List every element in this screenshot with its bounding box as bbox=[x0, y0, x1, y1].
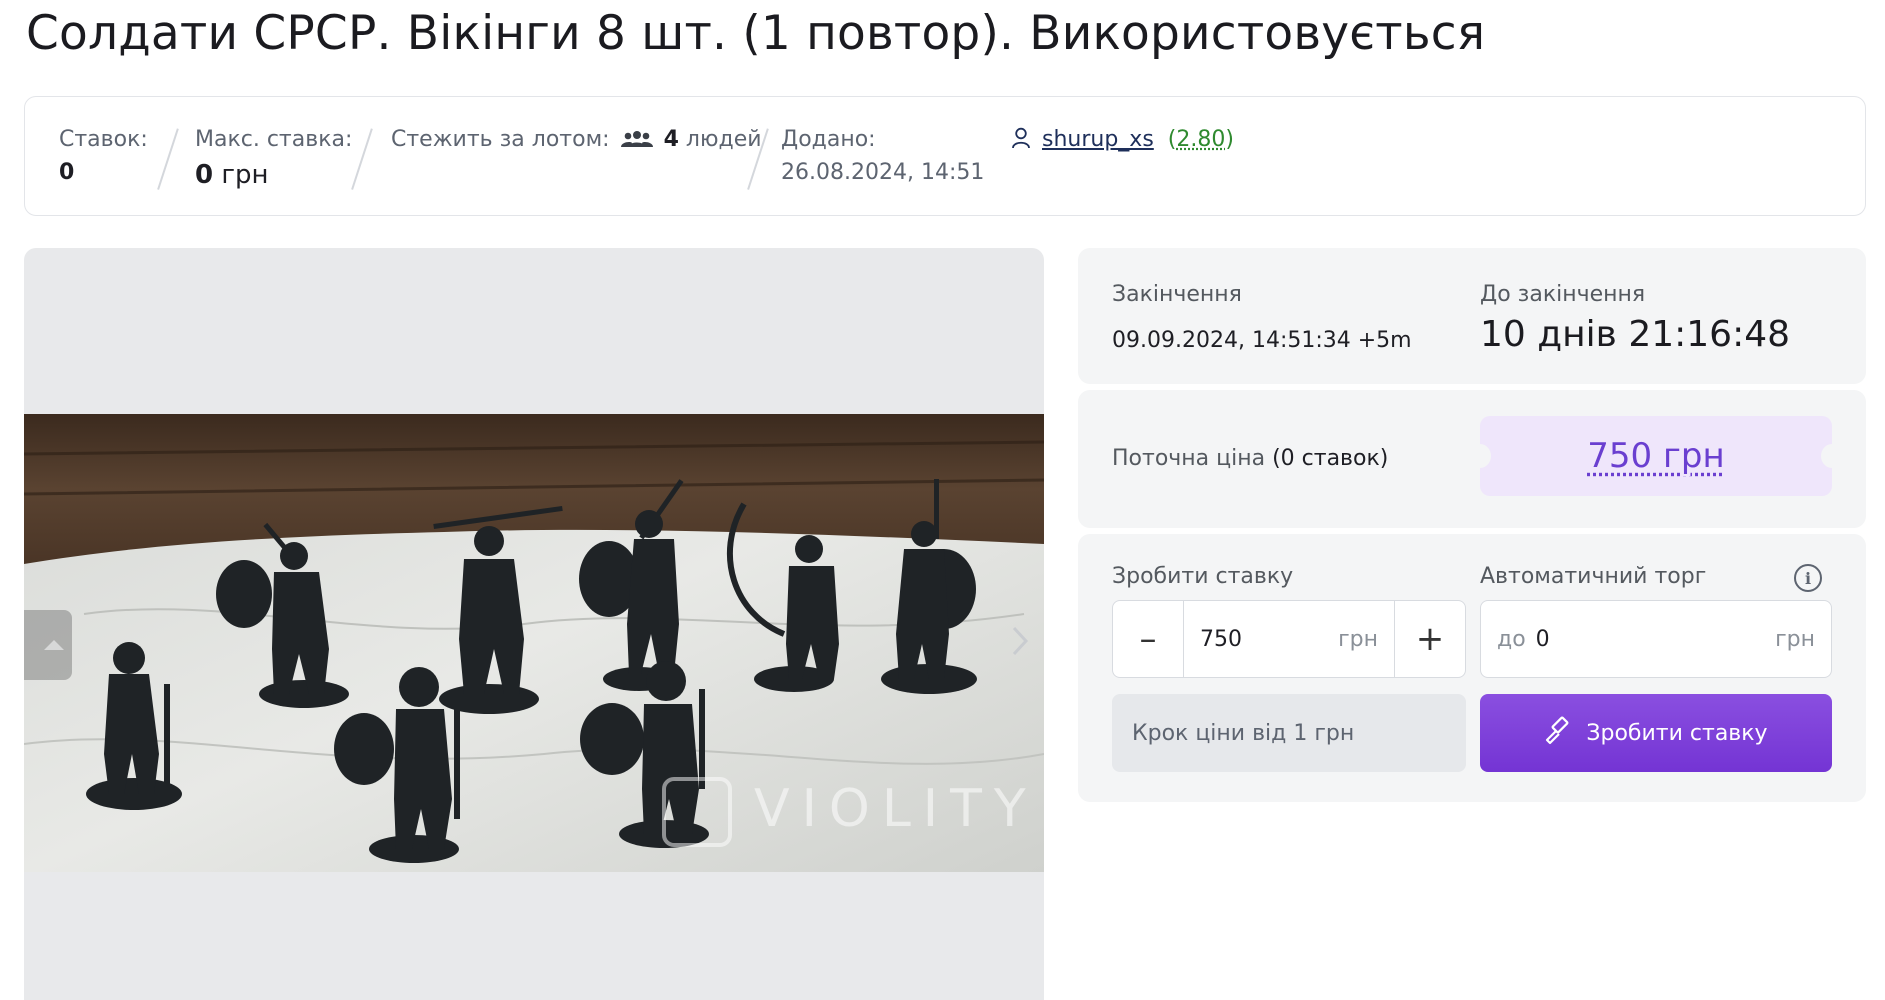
bids-label: Ставок: bbox=[59, 127, 148, 152]
user-icon bbox=[1011, 127, 1031, 155]
make-bid-label: Зробити ставку bbox=[1112, 564, 1293, 589]
added-date: Додано: 26.08.2024, 14:51 bbox=[781, 127, 984, 185]
bids-value: 0 bbox=[59, 160, 148, 185]
max-bid-label: Макс. ставка: bbox=[195, 127, 352, 152]
people-icon bbox=[621, 129, 653, 154]
current-price-value[interactable]: 750 грн bbox=[1587, 436, 1724, 476]
page-title: Солдати СРСР. Вікінги 8 шт. (1 повтор). … bbox=[26, 6, 1485, 61]
photo-gallery[interactable]: VIOLITY bbox=[24, 248, 1044, 1000]
watchers: Стежить за лотом: 4 людей bbox=[391, 127, 762, 154]
prev-photo-button[interactable] bbox=[24, 610, 72, 680]
price-panel: Поточна ціна (0 ставок) 750 грн bbox=[1078, 390, 1866, 528]
seller-rating[interactable]: (2.80) bbox=[1161, 127, 1234, 152]
watch-label: Стежить за лотом: bbox=[391, 127, 610, 152]
decrease-button[interactable]: – bbox=[1113, 601, 1183, 677]
max-bid: Макс. ставка: 0 грн bbox=[195, 127, 352, 190]
watch-count: 4 bbox=[664, 127, 679, 152]
countdown-timer: 10 днів 21:16:48 bbox=[1480, 314, 1790, 355]
lot-info-bar: Ставок: 0 Макс. ставка: 0 грн Стежить за… bbox=[24, 96, 1866, 216]
added-value: 26.08.2024, 14:51 bbox=[781, 160, 984, 185]
timing-panel: Закінчення 09.09.2024, 14:51:34 +5m До з… bbox=[1078, 248, 1866, 384]
current-price-label: Поточна ціна (0 ставок) bbox=[1112, 446, 1388, 471]
auto-bid-prefix: до bbox=[1497, 627, 1526, 652]
bid-amount-value: 750 bbox=[1200, 627, 1242, 652]
info-icon[interactable]: i bbox=[1794, 564, 1822, 592]
auto-bid-currency: грн bbox=[1775, 627, 1815, 652]
increase-button[interactable]: + bbox=[1395, 601, 1465, 677]
gavel-icon bbox=[1544, 715, 1574, 751]
divider bbox=[745, 127, 747, 191]
seller: shurup_xs (2.80) bbox=[1011, 127, 1234, 155]
place-bid-button[interactable]: Зробити ставку bbox=[1480, 694, 1832, 772]
auto-bid-label: Автоматичний торг bbox=[1480, 564, 1706, 589]
added-label: Додано: bbox=[781, 127, 984, 152]
watch-suffix: людей bbox=[686, 127, 762, 152]
auto-bid-input[interactable]: до 0 грн bbox=[1480, 600, 1832, 678]
end-value: 09.09.2024, 14:51:34 +5m bbox=[1112, 328, 1412, 353]
end-label: Закінчення bbox=[1112, 282, 1242, 307]
place-bid-label: Зробити ставку bbox=[1586, 721, 1767, 746]
bid-amount-stepper: – 750 грн + bbox=[1112, 600, 1466, 678]
current-price-badge: 750 грн bbox=[1480, 416, 1832, 496]
watermark-text: VIOLITY bbox=[754, 779, 1038, 839]
remaining-label: До закінчення bbox=[1480, 282, 1645, 307]
next-photo-button[interactable] bbox=[996, 610, 1044, 680]
bid-amount-input[interactable]: 750 грн bbox=[1183, 601, 1395, 677]
bid-panel: Зробити ставку Автоматичний торг i – 750… bbox=[1078, 534, 1866, 802]
max-bid-value: 0 грн bbox=[195, 160, 352, 190]
auto-bid-value: 0 bbox=[1536, 627, 1550, 652]
chevron-right-icon bbox=[1010, 622, 1030, 668]
bid-currency: грн bbox=[1338, 627, 1378, 652]
bids-count: Ставок: 0 bbox=[59, 127, 148, 185]
divider bbox=[349, 127, 351, 191]
seller-link[interactable]: shurup_xs bbox=[1042, 127, 1154, 152]
price-step-hint: Крок ціни від 1 грн bbox=[1112, 694, 1466, 772]
lot-photo[interactable]: VIOLITY bbox=[24, 414, 1044, 872]
divider bbox=[155, 127, 157, 191]
